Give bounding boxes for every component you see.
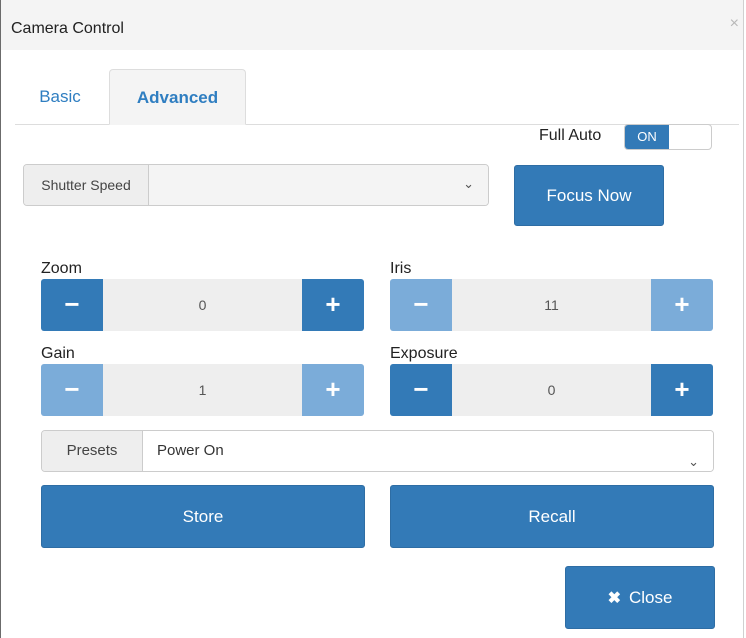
exposure-value: 0 [452, 364, 651, 416]
zoom-label: Zoom [41, 260, 82, 277]
exposure-minus-button[interactable]: − [390, 364, 452, 416]
full-auto-toggle[interactable]: ON [624, 124, 712, 150]
full-auto-label: Full Auto [539, 127, 602, 144]
zoom-minus-button[interactable]: − [41, 279, 103, 331]
zoom-plus-button[interactable]: + [302, 279, 364, 331]
presets-label: Presets [42, 431, 143, 471]
close-icon[interactable]: × [730, 15, 739, 33]
tab-bar: Basic Advanced [15, 69, 739, 125]
dialog-title: Camera Control [11, 20, 124, 37]
chevron-down-icon: ⌄ [463, 176, 474, 191]
focus-now-button[interactable]: Focus Now [514, 165, 664, 226]
zoom-stepper: − 0 + [41, 279, 364, 331]
iris-plus-button[interactable]: + [651, 279, 713, 331]
close-button[interactable]: ✖ Close [565, 566, 715, 629]
camera-control-dialog: Camera Control × Basic Advanced Full Aut… [0, 0, 744, 638]
gain-minus-button[interactable]: − [41, 364, 103, 416]
close-button-label: Close [628, 588, 673, 607]
gain-plus-button[interactable]: + [302, 364, 364, 416]
gain-label: Gain [41, 345, 75, 362]
shutter-speed-label: Shutter Speed [24, 165, 149, 205]
exposure-stepper: − 0 + [390, 364, 713, 416]
presets-select[interactable]: Power On ⌄ [143, 431, 713, 471]
zoom-value: 0 [103, 279, 302, 331]
gain-value: 1 [103, 364, 302, 416]
presets-group: Presets Power On ⌄ [41, 430, 714, 472]
iris-value: 11 [452, 279, 651, 331]
full-auto-toggle-state: ON [625, 125, 669, 149]
iris-minus-button[interactable]: − [390, 279, 452, 331]
gain-stepper: − 1 + [41, 364, 364, 416]
chevron-down-icon: ⌄ [688, 454, 699, 469]
iris-stepper: − 11 + [390, 279, 713, 331]
recall-button[interactable]: Recall [390, 485, 714, 548]
title-bar: Camera Control × [1, 0, 743, 50]
exposure-plus-button[interactable]: + [651, 364, 713, 416]
tab-basic[interactable]: Basic [15, 69, 105, 124]
iris-label: Iris [390, 260, 412, 277]
store-button[interactable]: Store [41, 485, 365, 548]
presets-value: Power On [157, 442, 224, 459]
shutter-speed-group: Shutter Speed ⌄ [23, 164, 489, 206]
close-icon: ✖ [607, 590, 621, 607]
shutter-speed-select[interactable]: ⌄ [149, 165, 488, 205]
exposure-label: Exposure [390, 345, 458, 362]
tab-advanced[interactable]: Advanced [109, 69, 246, 125]
